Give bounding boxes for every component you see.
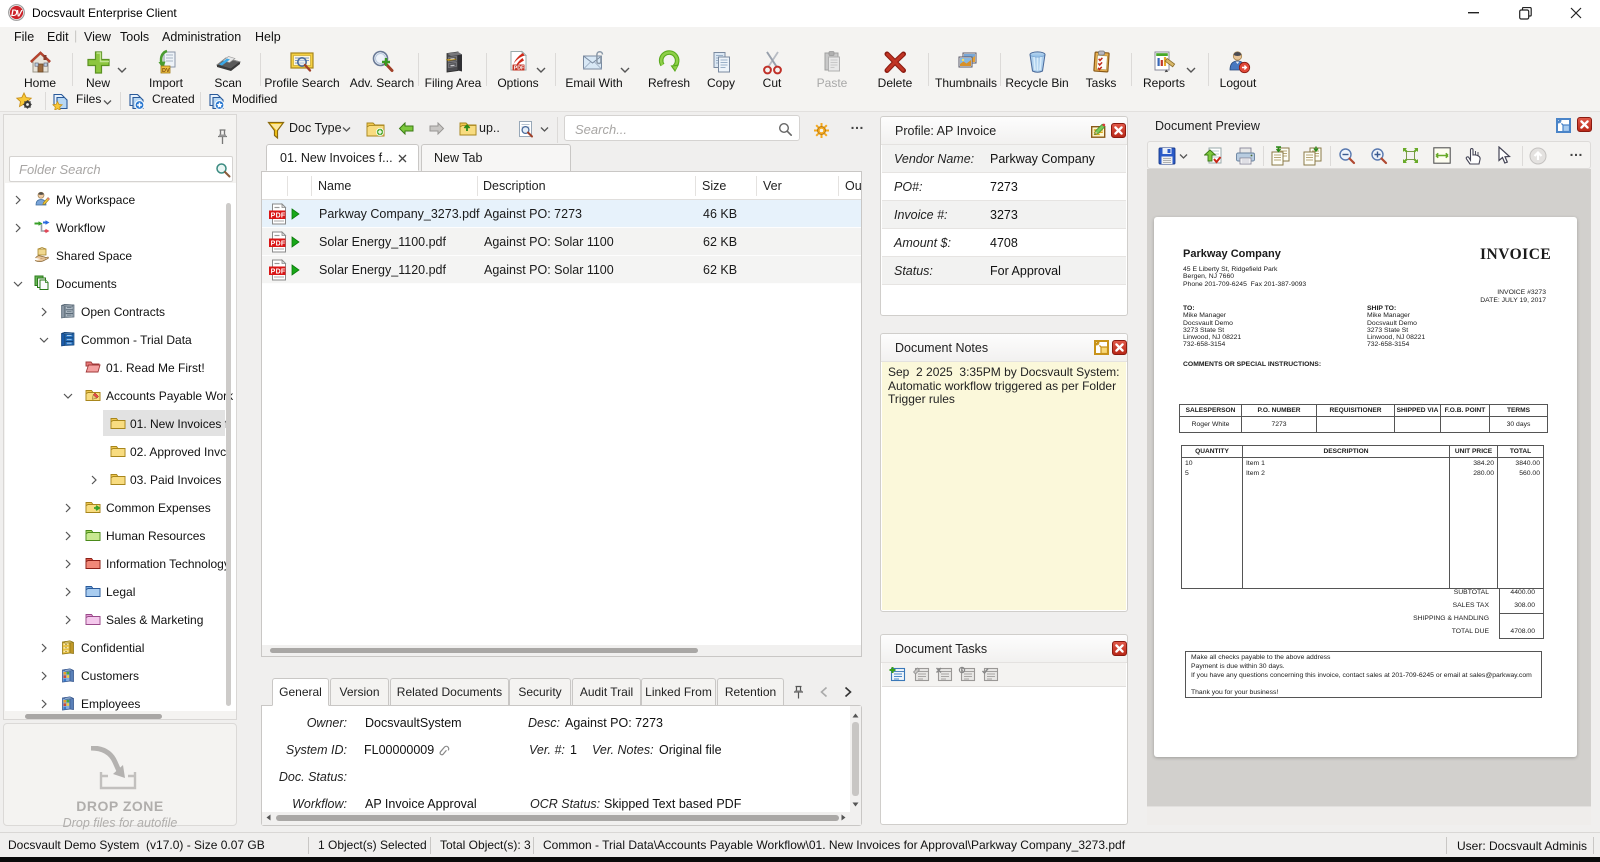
svg-text:PDF: PDF: [271, 240, 286, 247]
svg-text:PDF: PDF: [271, 212, 286, 219]
svg-text:DV: DV: [162, 68, 170, 74]
svg-text:V: V: [16, 9, 23, 19]
svg-text:PDF: PDF: [513, 66, 523, 72]
svg-text:PDF: PDF: [271, 268, 286, 275]
